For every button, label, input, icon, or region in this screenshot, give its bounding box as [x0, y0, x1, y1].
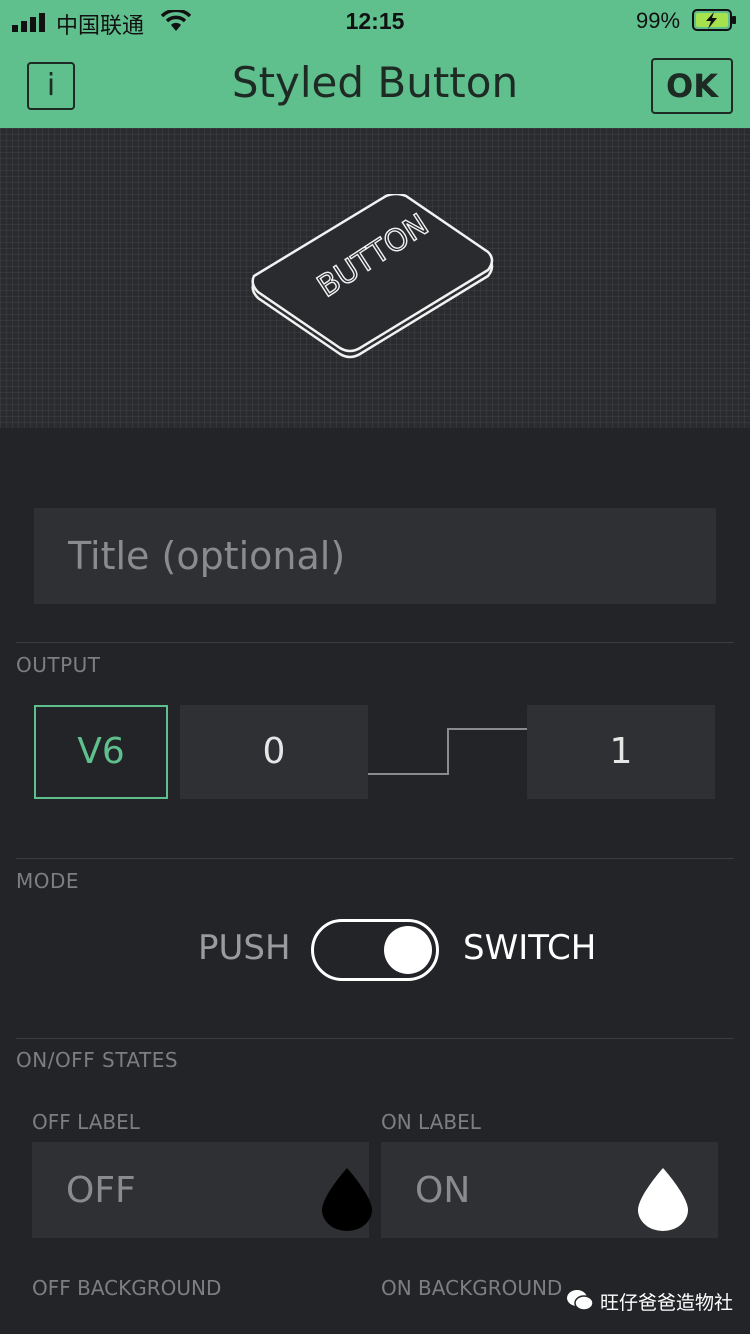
toggle-knob — [384, 926, 432, 974]
on-label-caption: ON LABEL — [381, 1110, 481, 1134]
mode-push-label[interactable]: PUSH — [198, 928, 291, 968]
wechat-icon — [567, 1290, 594, 1311]
on-label-text: ON — [415, 1170, 471, 1211]
page-title: Styled Button — [231, 58, 519, 107]
on-value-input[interactable]: 1 — [527, 705, 715, 799]
divider — [16, 858, 734, 859]
divider — [16, 1038, 734, 1039]
mode-switch-label[interactable]: SWITCH — [463, 928, 596, 968]
battery-charging-icon — [692, 9, 736, 31]
off-label-text: OFF — [66, 1170, 136, 1211]
title-input[interactable] — [34, 508, 716, 604]
watermark-text: 旺仔爸爸造物社 — [600, 1292, 734, 1314]
off-value-input[interactable]: 0 — [180, 705, 368, 799]
battery-percent: 99% — [636, 8, 681, 33]
off-text-color-drop-icon[interactable] — [320, 1166, 374, 1232]
states-section-label: ON/OFF STATES — [16, 1048, 179, 1072]
mode-section-label: MODE — [16, 869, 80, 893]
ok-button[interactable]: OK — [651, 58, 733, 114]
pin-select-button[interactable]: V6 — [34, 705, 168, 799]
output-step-line — [368, 728, 528, 775]
on-text-color-drop-icon[interactable] — [636, 1166, 690, 1232]
off-label-caption: OFF LABEL — [32, 1110, 140, 1134]
divider — [16, 642, 734, 643]
off-label-input[interactable]: OFF — [32, 1142, 372, 1238]
off-background-caption: OFF BACKGROUND — [32, 1276, 222, 1300]
on-background-caption: ON BACKGROUND — [381, 1276, 563, 1300]
output-section-label: OUTPUT — [16, 653, 101, 677]
mode-toggle-switch[interactable] — [311, 919, 439, 981]
button-illustration: BUTTON — [251, 194, 494, 359]
